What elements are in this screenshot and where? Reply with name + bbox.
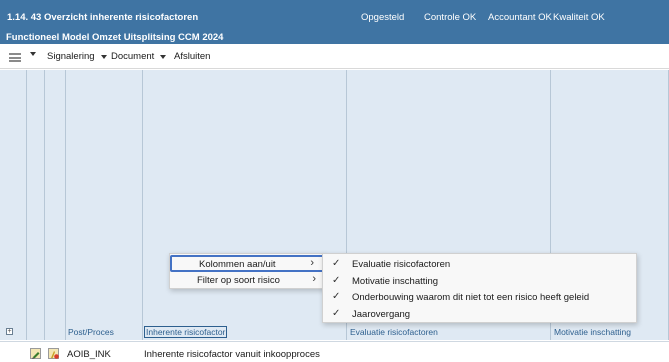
menu-item-filter-op-soort-risico[interactable]: Filter op soort risico › — [170, 272, 326, 289]
checkmark-icon: ✓ — [332, 258, 341, 269]
checkmark-icon: ✓ — [332, 291, 341, 302]
chevron-right-icon: › — [310, 257, 314, 269]
submenu-item-jaarovergang[interactable]: ✓ Jaarovergang — [323, 306, 638, 322]
edit-document-icon[interactable] — [30, 348, 41, 359]
column-header-motivatie-inschatting[interactable]: Motivatie inschatting — [554, 327, 631, 337]
column-header-evaluatie-risicofactoren[interactable]: Evaluatie risicofactoren — [350, 327, 438, 337]
chevron-down-icon — [160, 54, 167, 59]
status-kwaliteit-ok[interactable]: Kwaliteit OK — [553, 12, 605, 23]
submenu-item-label: Jaarovergang — [352, 309, 411, 320]
submenu-item-label: Motivatie inschatting — [352, 276, 439, 287]
table-row[interactable]: AOIB_INK Inherente risicofactor vanuit i… — [0, 341, 669, 362]
submenu-item-label: Evaluatie risicofactoren — [352, 259, 451, 270]
expand-all-icon[interactable]: + — [6, 328, 13, 335]
chevron-down-icon — [100, 54, 107, 59]
afsluiten-button[interactable]: Afsluiten — [174, 51, 210, 62]
submenu-item-label: Onderbouwing waarom dit niet tot een ris… — [352, 292, 590, 303]
page-title: 1.14. 43 Overzicht inherente risicofacto… — [7, 12, 199, 23]
status-opgesteld[interactable]: Opgesteld — [361, 12, 404, 23]
document-warning-icon[interactable] — [48, 348, 59, 359]
document-menu[interactable]: Document — [111, 51, 167, 62]
window-header: 1.14. 43 Overzicht inherente risicofacto… — [0, 0, 669, 44]
chevron-down-icon — [30, 52, 36, 56]
checkmark-icon: ✓ — [332, 275, 341, 286]
submenu-item-onderbouwing[interactable]: ✓ Onderbouwing waarom dit niet tot een r… — [323, 289, 638, 305]
column-header-inherente-risicofactor[interactable]: Inherente risicofactor — [144, 326, 228, 338]
document-label: Document — [111, 51, 155, 62]
column-header-post-proces[interactable]: Post/Proces — [68, 327, 114, 337]
status-accountant-ok[interactable]: Accountant OK — [488, 12, 552, 23]
page-subtitle: Functioneel Model Omzet Uitsplitsing CCM… — [6, 32, 224, 43]
menu-dropdown-button[interactable] — [30, 52, 36, 56]
chevron-right-icon: › — [312, 273, 316, 285]
afsluiten-label: Afsluiten — [174, 51, 211, 62]
submenu-item-motivatie-inschatting[interactable]: ✓ Motivatie inschatting — [323, 273, 638, 289]
status-controle-ok[interactable]: Controle OK — [424, 12, 476, 23]
checkmark-icon: ✓ — [332, 308, 341, 319]
context-menu: Kolommen aan/uit › Filter op soort risic… — [169, 253, 326, 289]
menu-item-label: Kolommen aan/uit — [199, 259, 276, 270]
columns-submenu: ✓ Evaluatie risicofactoren ✓ Motivatie i… — [322, 253, 637, 323]
row-description: Inherente risicofactor vanuit inkoopproc… — [144, 349, 320, 360]
menu-item-kolommen-aan-uit[interactable]: Kolommen aan/uit › — [170, 255, 326, 272]
toolbar: Signalering Document Afsluiten — [0, 44, 669, 69]
hamburger-icon[interactable] — [9, 53, 21, 62]
signalering-menu[interactable]: Signalering — [47, 51, 107, 62]
submenu-item-evaluatie-risicofactoren[interactable]: ✓ Evaluatie risicofactoren — [323, 256, 638, 272]
signalering-label: Signalering — [47, 51, 95, 62]
menu-item-label: Filter op soort risico — [197, 275, 280, 286]
row-code: AOIB_INK — [67, 349, 111, 360]
